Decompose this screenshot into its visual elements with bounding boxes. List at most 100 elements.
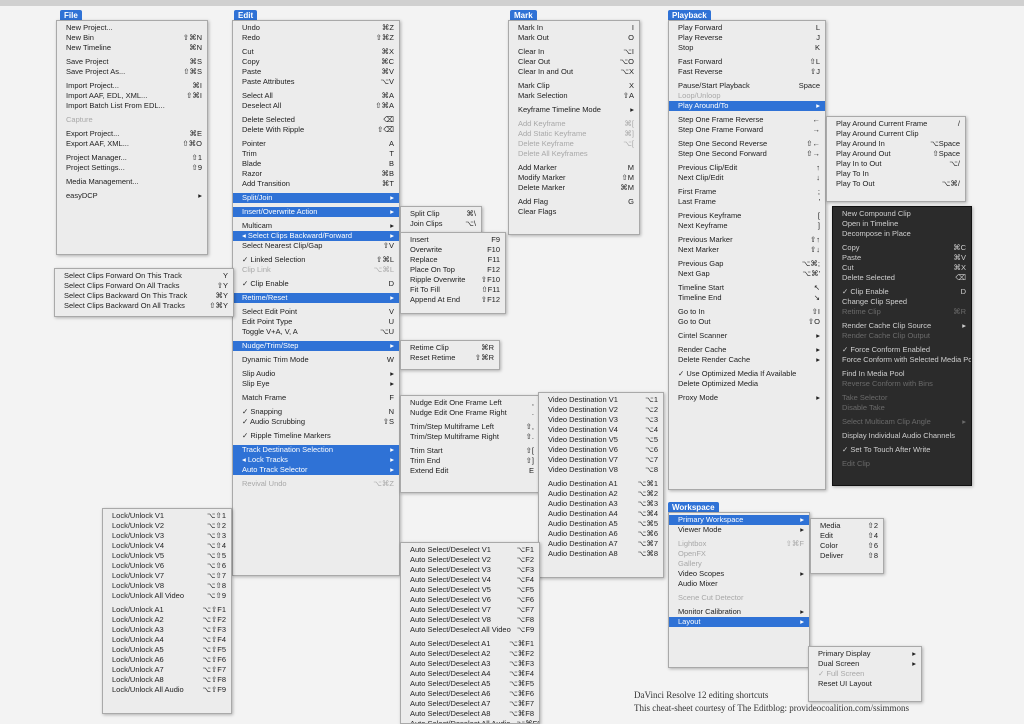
menu-item-media-management[interactable]: Media Management... [57, 177, 207, 187]
menu-item-audio-mixer[interactable]: Audio Mixer [669, 579, 809, 589]
menu-item-trim[interactable]: Trim T [233, 149, 399, 159]
menu-item-blade[interactable]: Blade B [233, 159, 399, 169]
menu-item-decompose-in-place[interactable]: Decompose in Place [833, 229, 971, 239]
menu-item-next-keyframe[interactable]: Next Keyframe] [669, 221, 825, 231]
menu-item-video-destination-v7[interactable]: Video Destination V7 ⌥7 [539, 455, 663, 465]
menu-item-retime-clip[interactable]: Retime Clip ⌘R [401, 343, 499, 353]
menu-item-pointer[interactable]: Pointer A [233, 139, 399, 149]
menu-item-force-conform-enabled[interactable]: ✓ Force Conform Enabled [833, 345, 971, 355]
menu-item-insert[interactable]: Insert F9 [401, 235, 505, 245]
menu-item-timeline-end[interactable]: Timeline End ↘ [669, 293, 825, 303]
menu-item-go-to-out[interactable]: Go to Out ⇧O [669, 317, 825, 327]
menu-item-select-all[interactable]: Select All ⌘A [233, 91, 399, 101]
menu-item-play-in-to-out[interactable]: Play In to Out ⌥/ [827, 159, 965, 169]
menu-item-play-around-in[interactable]: Play Around In ⌥Space [827, 139, 965, 149]
menu-item-clear-flags[interactable]: Clear Flags [509, 207, 639, 217]
menu-item-new-project[interactable]: New Project... [57, 23, 207, 33]
menu-item-auto-select-deselect-a4[interactable]: Auto Select/Deselect A4 ⌥⌘F4 [401, 669, 539, 679]
menu-item-lock-unlock-a8[interactable]: Lock/Unlock A8 ⌥⇧F8 [103, 675, 231, 685]
menu-item-replace[interactable]: Replace F11 [401, 255, 505, 265]
menu-item-join-clips[interactable]: Join Clips ⌥\ [401, 219, 481, 229]
menu-item-use-optimized-media-if-available[interactable]: ✓ Use Optimized Media If Available [669, 369, 825, 379]
menu-item-step-one-second-forward[interactable]: Step One Second Forward ⇧→ [669, 149, 825, 159]
menu-item-save-project-as[interactable]: Save Project As... ⇧⌘S [57, 67, 207, 77]
menu-item-play-forward[interactable]: Play Forward L [669, 23, 825, 33]
menu-item-paste[interactable]: Paste ⌘V [233, 67, 399, 77]
menu-item-trim-step-multiframe-left[interactable]: Trim/Step Multiframe Left ⇧, [401, 422, 539, 432]
menu-item-lock-unlock-v4[interactable]: Lock/Unlock V4 ⌥⇧4 [103, 541, 231, 551]
menu-item-project-settings[interactable]: Project Settings... ⇧9 [57, 163, 207, 173]
menu-item-change-clip-speed[interactable]: Change Clip Speed [833, 297, 971, 307]
menu-item-new-bin[interactable]: New Bin ⇧⌘N [57, 33, 207, 43]
menu-item-video-destination-v1[interactable]: Video Destination V1 ⌥1 [539, 395, 663, 405]
menu-item-split-clip[interactable]: Split Clip ⌘\ [401, 209, 481, 219]
menu-item-auto-select-deselect-a1[interactable]: Auto Select/Deselect A1 ⌥⌘F1 [401, 639, 539, 649]
menu-item-auto-select-deselect-all-video[interactable]: Auto Select/Deselect All Video ⌥F9 [401, 625, 539, 635]
menu-item-next-gap[interactable]: Next Gap ⌥⌘' [669, 269, 825, 279]
menu-item-lock-unlock-v6[interactable]: Lock/Unlock V6 ⌥⇧6 [103, 561, 231, 571]
menu-item-select-clips-forward-on-this-track[interactable]: Select Clips Forward On This Track Y [55, 271, 233, 281]
menu-item-split-join[interactable]: Split/Join ▸ [233, 193, 399, 203]
menu-item-stop[interactable]: Stop K [669, 43, 825, 53]
menu-item-select-clips-backward-on-all-tracks[interactable]: Select Clips Backward On All Tracks ⇧⌘Y [55, 301, 233, 311]
menu-item-place-on-top[interactable]: Place On Top F12 [401, 265, 505, 275]
menu-item-undo[interactable]: Undo ⌘Z [233, 23, 399, 33]
menu-item-trim-start[interactable]: Trim Start ⇧[ [401, 446, 539, 456]
menu-item-layout[interactable]: Layout ▸ [669, 617, 809, 627]
menu-item-video-scopes[interactable]: Video Scopes ▸ [669, 569, 809, 579]
menu-item-project-manager[interactable]: Project Manager... ⇧1 [57, 153, 207, 163]
menu-item-select-edit-point[interactable]: Select Edit Point V [233, 307, 399, 317]
menu-item-append-at-end[interactable]: Append At End ⇧F12 [401, 295, 505, 305]
menu-item-lock-tracks[interactable]: ◂ Lock Tracks ▸ [233, 455, 399, 465]
menu-item-audio-destination-a1[interactable]: Audio Destination A1 ⌥⌘1 [539, 479, 663, 489]
menu-item-video-destination-v6[interactable]: Video Destination V6 ⌥6 [539, 445, 663, 455]
menu-item-lock-unlock-all-video[interactable]: Lock/Unlock All Video ⌥⇧9 [103, 591, 231, 601]
menu-item-auto-select-deselect-a6[interactable]: Auto Select/Deselect A6 ⌥⌘F6 [401, 689, 539, 699]
menu-item-fast-forward[interactable]: Fast Forward ⇧L [669, 57, 825, 67]
menu-item-force-conform-with-selected-media-pool-clip[interactable]: Force Conform with Selected Media Pool C… [833, 355, 971, 365]
menu-item-video-destination-v3[interactable]: Video Destination V3 ⌥3 [539, 415, 663, 425]
menu-item-slip-audio[interactable]: Slip Audio ▸ [233, 369, 399, 379]
menu-item-new-timeline[interactable]: New Timeline ⌘N [57, 43, 207, 53]
menu-item-clip-enable[interactable]: ✓ Clip Enable D [233, 279, 399, 289]
menu-item-audio-destination-a3[interactable]: Audio Destination A3 ⌥⌘3 [539, 499, 663, 509]
menu-item-paste-attributes[interactable]: Paste Attributes ⌥V [233, 77, 399, 87]
menu-item-auto-select-deselect-a7[interactable]: Auto Select/Deselect A7 ⌥⌘F7 [401, 699, 539, 709]
menu-item-export-project[interactable]: Export Project... ⌘E [57, 129, 207, 139]
menu-item-cut[interactable]: Cut ⌘X [233, 47, 399, 57]
menu-item-previous-gap[interactable]: Previous Gap ⌥⌘; [669, 259, 825, 269]
menu-item-export-aaf-xml[interactable]: Export AAF, XML... ⇧⌘O [57, 139, 207, 149]
menu-item-primary-workspace[interactable]: Primary Workspace ▸ [669, 515, 809, 525]
menu-item-previous-keyframe[interactable]: Previous Keyframe [ [669, 211, 825, 221]
menu-item-easydcp[interactable]: easyDCP ▸ [57, 191, 207, 201]
menu-item-first-frame[interactable]: First Frame; [669, 187, 825, 197]
menu-item-razor[interactable]: Razor ⌘B [233, 169, 399, 179]
menu-item-video-destination-v4[interactable]: Video Destination V4 ⌥4 [539, 425, 663, 435]
menu-item-lock-unlock-v5[interactable]: Lock/Unlock V5 ⌥⇧5 [103, 551, 231, 561]
menu-item-media[interactable]: Media ⇧2 [811, 521, 883, 531]
menu-item-proxy-mode[interactable]: Proxy Mode ▸ [669, 393, 825, 403]
menu-item-fit-to-fill[interactable]: Fit To Fill ⇧F11 [401, 285, 505, 295]
menu-item-pause-start-playback[interactable]: Pause/Start Playback Space [669, 81, 825, 91]
menu-item-play-around-current-frame[interactable]: Play Around Current Frame / [827, 119, 965, 129]
menu-item-lock-unlock-a4[interactable]: Lock/Unlock A4 ⌥⇧F4 [103, 635, 231, 645]
menu-item-ripple-timeline-markers[interactable]: ✓ Ripple Timeline Markers [233, 431, 399, 441]
menu-item-reset-ui-layout[interactable]: Reset UI Layout [809, 679, 921, 689]
menu-item-auto-select-deselect-a5[interactable]: Auto Select/Deselect A5 ⌥⌘F5 [401, 679, 539, 689]
menu-item-clear-out[interactable]: Clear Out ⌥O [509, 57, 639, 67]
menu-item-linked-selection[interactable]: ✓ Linked Selection ⇧⌘L [233, 255, 399, 265]
menu-item-trim-end[interactable]: Trim End ⇧] [401, 456, 539, 466]
menu-item-set-to-touch-after-write[interactable]: ✓ Set To Touch After Write [833, 445, 971, 455]
menu-item-import-batch-list-from-edl[interactable]: Import Batch List From EDL... [57, 101, 207, 111]
menu-item-step-one-frame-forward[interactable]: Step One Frame Forward → [669, 125, 825, 135]
menu-item-mark-selection[interactable]: Mark Selection ⇧A [509, 91, 639, 101]
menu-item-lock-unlock-v3[interactable]: Lock/Unlock V3 ⌥⇧3 [103, 531, 231, 541]
menu-item-clear-in[interactable]: Clear In ⌥I [509, 47, 639, 57]
menu-item-step-one-frame-reverse[interactable]: Step One Frame Reverse ← [669, 115, 825, 125]
menu-item-mark-in[interactable]: Mark In I [509, 23, 639, 33]
menu-item-next-clip-edit[interactable]: Next Clip/Edit ↓ [669, 173, 825, 183]
menu-item-play-reverse[interactable]: Play Reverse J [669, 33, 825, 43]
menu-item-lock-unlock-a7[interactable]: Lock/Unlock A7 ⌥⇧F7 [103, 665, 231, 675]
menu-item-auto-select-deselect-v7[interactable]: Auto Select/Deselect V7 ⌥F7 [401, 605, 539, 615]
menu-item-delete-render-cache[interactable]: Delete Render Cache ▸ [669, 355, 825, 365]
